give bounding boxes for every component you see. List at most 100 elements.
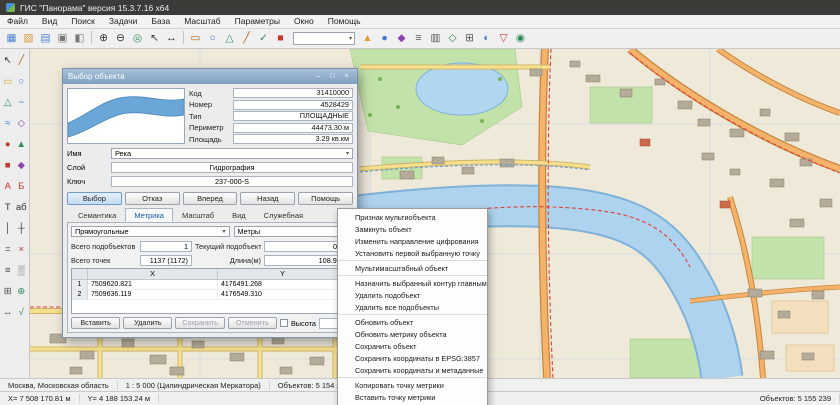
add-node-icon[interactable]: ⊕ [15, 282, 29, 303]
select-tool-icon[interactable]: ↖ [147, 31, 162, 46]
menu-item[interactable]: Задачи [102, 15, 145, 28]
context-menu-item[interactable]: Изменить направление цифрования [338, 235, 487, 247]
dialog-button[interactable]: Отказ [125, 192, 180, 205]
column-header-x[interactable]: X [88, 269, 218, 279]
table-row[interactable]: 1 7509620.821 4176491.268 [72, 280, 348, 290]
title-bar[interactable]: ГИС "Панорама" версия 15.3.7.16 x64 [0, 0, 840, 15]
pan-tool-icon[interactable]: ↔ [164, 31, 179, 46]
tab[interactable]: Масштаб [173, 208, 223, 222]
text-a-icon[interactable]: A [1, 177, 15, 198]
coordinates-table[interactable]: X Y 1 7509620.821 4176491.268 2 7509636.… [71, 268, 349, 314]
dialog-title-bar[interactable]: Выбор объекта – □ × [63, 69, 357, 84]
context-menu-item[interactable]: Обновить объект [338, 316, 487, 328]
diamond-outline-icon[interactable]: ◇ [15, 114, 29, 135]
filled-square-icon[interactable]: ■ [1, 156, 15, 177]
select-tool-icon[interactable]: ↖ [1, 51, 15, 72]
metric-action-button[interactable]: Отменить [228, 317, 277, 329]
table-row[interactable]: 2 7509636.119 4176549.310 [72, 290, 348, 300]
smooth-line-icon[interactable]: ~ [15, 93, 29, 114]
edit-tool-icon[interactable]: ╱ [239, 31, 254, 46]
coordinate-system-combobox[interactable]: Прямоугольные ▾ [71, 226, 230, 237]
zoom-in-icon[interactable]: ⊕ [96, 31, 111, 46]
context-menu-item[interactable]: Признак мультиобъекта [338, 211, 487, 223]
dialog-button[interactable]: Выбор [67, 192, 122, 205]
tab[interactable]: Семантика [69, 208, 125, 222]
accept-icon[interactable]: ✓ [256, 31, 271, 46]
dialog-button[interactable]: Вперед [183, 192, 238, 205]
toolbar-separator[interactable] [183, 31, 184, 44]
new-map-icon[interactable]: ▦ [4, 31, 19, 46]
grid-cell-icon[interactable]: ⊞ [1, 282, 15, 303]
menu-item[interactable]: Помощь [321, 15, 368, 28]
metric-action-button[interactable]: Удалить [123, 317, 172, 329]
x-cell[interactable]: 7509620.821 [88, 280, 218, 290]
text-b-icon[interactable]: Б [15, 177, 29, 198]
context-menu-item[interactable]: Мультимасштабный объект [338, 262, 487, 274]
object-name-combobox[interactable]: Река ▾ [111, 148, 353, 159]
rhombus-object-icon[interactable]: ◆ [394, 31, 409, 46]
expand-icon[interactable]: ▽ [496, 31, 511, 46]
save-map-icon[interactable]: ▤ [38, 31, 53, 46]
context-menu-item[interactable]: Сохранить координаты и метаданные [338, 364, 487, 376]
context-menu-item[interactable]: Удалить все подобъекты [338, 301, 487, 313]
menu-item[interactable]: Поиск [64, 15, 102, 28]
create-polygon-icon[interactable]: △ [222, 31, 237, 46]
draw-circle-icon[interactable]: ○ [15, 72, 29, 93]
y-cell[interactable]: 4176549.310 [218, 290, 348, 300]
text-t-icon[interactable]: Т [1, 198, 15, 219]
context-menu-item[interactable]: Копировать точку метрики [338, 379, 487, 391]
grid-icon[interactable]: ⊞ [462, 31, 477, 46]
context-menu-item[interactable]: Назначить выбранный контур главным [338, 277, 487, 289]
context-menu-item[interactable]: Замкнуть объект [338, 223, 487, 235]
wave-line-icon[interactable]: ≈ [1, 114, 15, 135]
tab[interactable]: Служебная [255, 208, 312, 222]
layers-icon[interactable]: ≡ [1, 261, 15, 282]
metric-action-button[interactable]: Сохранить [175, 317, 224, 329]
open-map-icon[interactable]: ▧ [21, 31, 36, 46]
stretch-h-icon[interactable]: ↔ [1, 303, 15, 324]
metric-action-button[interactable]: Вставить [71, 317, 120, 329]
vertical-line-icon[interactable]: │ [1, 219, 15, 240]
context-menu-item[interactable]: Обновить метрику объекта [338, 328, 487, 340]
menu-item[interactable]: База [144, 15, 177, 28]
draw-line-icon[interactable]: ╱ [15, 51, 29, 72]
maximize-icon[interactable]: □ [327, 71, 338, 82]
dialog-button[interactable]: Назад [240, 192, 295, 205]
print-icon[interactable]: ▣ [55, 31, 70, 46]
create-rect-icon[interactable]: ▭ [188, 31, 203, 46]
draw-triangle-icon[interactable]: △ [1, 93, 15, 114]
cross-icon[interactable]: ┼ [15, 219, 29, 240]
erase-icon[interactable]: × [15, 240, 29, 261]
equals-icon[interactable]: = [1, 240, 15, 261]
legend-icon[interactable]: ▥ [428, 31, 443, 46]
draw-rect-icon[interactable]: ▭ [1, 72, 15, 93]
tab[interactable]: Метрика [125, 208, 173, 222]
minimize-icon[interactable]: – [313, 71, 324, 82]
warning-icon[interactable]: ▲ [360, 31, 375, 46]
menu-item[interactable]: Параметры [228, 15, 287, 28]
x-cell[interactable]: 7509636.119 [88, 290, 218, 300]
delete-object-icon[interactable]: ■ [273, 31, 288, 46]
context-menu-item[interactable]: Удалить подобъект [338, 289, 487, 301]
context-menu-item[interactable]: Сохранить объект [338, 340, 487, 352]
search-object-icon[interactable]: ◎ [130, 31, 145, 46]
region-icon[interactable]: ◇ [445, 31, 460, 46]
measure-icon[interactable]: √ [15, 303, 29, 324]
scale-combobox[interactable]: ▾ [293, 32, 355, 45]
map-view-icon[interactable]: ◧ [72, 31, 87, 46]
contrast-icon[interactable]: ◐ [479, 31, 494, 46]
menu-item[interactable]: Файл [0, 15, 35, 28]
dialog-button[interactable]: Помощь [298, 192, 353, 205]
create-circle-icon[interactable]: ○ [205, 31, 220, 46]
toolbar-separator[interactable] [91, 31, 92, 44]
close-icon[interactable]: × [341, 71, 352, 82]
column-header-y[interactable]: Y [218, 269, 348, 279]
y-cell[interactable]: 4176491.268 [218, 280, 348, 290]
menu-item[interactable]: Окно [287, 15, 321, 28]
context-menu-item[interactable]: Вставить точку метрики [338, 391, 487, 403]
hatch-icon[interactable]: ▒ [15, 261, 29, 282]
target-icon[interactable]: ◉ [513, 31, 528, 46]
context-menu-item[interactable]: Сохранить координаты в EPSG:3857 [338, 352, 487, 364]
context-menu-item[interactable]: Установить первой выбранную точку [338, 247, 487, 259]
filled-diamond-icon[interactable]: ◆ [15, 156, 29, 177]
